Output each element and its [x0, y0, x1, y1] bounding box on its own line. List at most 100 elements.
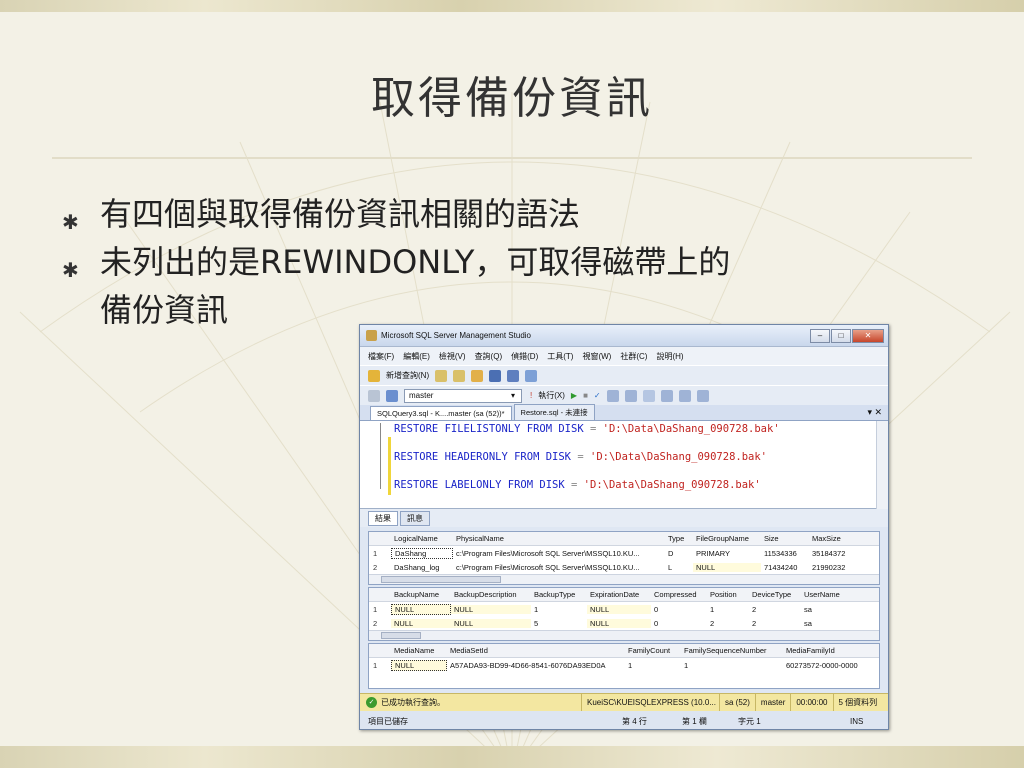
grid-cell[interactable]: 71434240 — [761, 563, 809, 572]
connect-icon[interactable] — [368, 389, 380, 402]
results-to-text-icon[interactable] — [660, 389, 673, 402]
column-header[interactable]: FamilySequenceNumber — [681, 646, 783, 655]
grid-cell[interactable]: NULL — [391, 603, 451, 615]
grid-cell[interactable]: 2 — [749, 619, 801, 628]
maximize-button[interactable]: □ — [831, 328, 851, 343]
grid-cell[interactable]: c:\Program Files\Microsoft SQL Server\MS… — [453, 549, 665, 558]
tab-results[interactable]: 結果 — [368, 510, 398, 526]
table-row[interactable]: 1 NULL NULL 1 NULL 0 1 2 sa — [369, 602, 879, 616]
change-connection-icon[interactable] — [386, 389, 398, 402]
grid-cell[interactable]: sa — [801, 605, 851, 614]
column-header[interactable]: BackupName — [391, 590, 451, 599]
scrollbar-thumb[interactable] — [381, 576, 501, 583]
grid-cell[interactable]: 35184372 — [809, 549, 859, 558]
menu-community[interactable]: 社群(C) — [620, 351, 647, 362]
close-button[interactable]: ✕ — [852, 328, 884, 343]
grid-cell[interactable]: DaShang_log — [391, 563, 453, 572]
editor-vertical-scrollbar[interactable] — [876, 421, 888, 509]
menu-window[interactable]: 視窗(W) — [582, 351, 611, 362]
grid-cell[interactable]: 11534336 — [761, 549, 809, 558]
grid-cell[interactable]: 0 — [651, 605, 707, 614]
grid-cell[interactable]: 2 — [707, 619, 749, 628]
grid-cell[interactable]: 60273572-0000-0000 — [783, 661, 865, 670]
results-grid-filelist[interactable]: LogicalName PhysicalName Type FileGroupN… — [368, 531, 880, 585]
column-header[interactable]: BackupType — [531, 590, 587, 599]
grid-horizontal-scrollbar[interactable] — [369, 574, 879, 584]
column-header[interactable]: Position — [707, 590, 749, 599]
grid-cell[interactable]: L — [665, 563, 693, 572]
scrollbar-thumb[interactable] — [381, 632, 421, 639]
indent-icon[interactable] — [696, 389, 709, 402]
new-query-button[interactable]: 新增查詢(N) — [386, 370, 429, 381]
grid-cell[interactable]: D — [665, 549, 693, 558]
grid-cell[interactable]: NULL — [587, 604, 651, 614]
grid-cell[interactable]: 2 — [749, 605, 801, 614]
close-tab-icon[interactable]: ▾ ✕ — [867, 407, 882, 418]
tab-sqlquery3[interactable]: SQLQuery3.sql - K....master (sa (52))* — [370, 406, 512, 420]
comment-icon[interactable] — [678, 389, 691, 402]
column-header[interactable]: MaxSize — [809, 534, 859, 543]
grid-cell[interactable]: NULL — [391, 659, 447, 671]
grid-cell[interactable]: NULL — [451, 604, 531, 614]
table-row[interactable]: 2 NULL NULL 5 NULL 0 2 2 sa — [369, 616, 879, 630]
parse-icon[interactable]: ✓ — [594, 391, 601, 400]
menu-view[interactable]: 檢視(V) — [439, 351, 466, 362]
new-project-icon[interactable] — [453, 369, 466, 382]
grid-horizontal-scrollbar[interactable] — [369, 630, 879, 640]
execute-icon[interactable]: ! — [530, 391, 532, 400]
menu-tools[interactable]: 工具(T) — [547, 351, 573, 362]
grid-cell[interactable]: DaShang — [391, 547, 453, 559]
grid-cell[interactable]: NULL — [451, 618, 531, 628]
column-header[interactable]: Size — [761, 534, 809, 543]
activity-monitor-icon[interactable] — [525, 369, 538, 382]
new-query-icon[interactable] — [368, 369, 380, 382]
results-grid-header[interactable]: BackupName BackupDescription BackupType … — [368, 587, 880, 641]
grid-cell[interactable]: 21990232 — [809, 563, 859, 572]
column-header[interactable]: ExpirationDate — [587, 590, 651, 599]
column-header[interactable]: FileGroupName — [693, 534, 761, 543]
menu-edit[interactable]: 編輯(E) — [403, 351, 430, 362]
menu-help[interactable]: 說明(H) — [656, 351, 683, 362]
table-row[interactable]: 1 NULL A57ADA93-BD99-4D66-8541-6076DA93E… — [369, 658, 879, 672]
table-row[interactable]: 1 DaShang c:\Program Files\Microsoft SQL… — [369, 546, 879, 560]
table-row[interactable]: 2 DaShang_log c:\Program Files\Microsoft… — [369, 560, 879, 574]
debug-icon[interactable]: ▶ — [571, 391, 577, 400]
stop-icon[interactable]: ■ — [583, 391, 588, 400]
menu-debug[interactable]: 偵錯(D) — [511, 351, 538, 362]
display-plan-icon[interactable] — [606, 389, 619, 402]
grid-cell[interactable]: sa — [801, 619, 851, 628]
column-header[interactable]: FamilyCount — [625, 646, 681, 655]
menu-file[interactable]: 檔案(F) — [368, 351, 394, 362]
column-header[interactable]: DeviceType — [749, 590, 801, 599]
open-folder-icon[interactable] — [471, 369, 484, 382]
grid-cell[interactable]: c:\Program Files\Microsoft SQL Server\MS… — [453, 563, 665, 572]
grid-cell[interactable]: NULL — [391, 618, 451, 628]
new-file-icon[interactable] — [435, 369, 448, 382]
save-all-icon[interactable] — [507, 369, 520, 382]
column-header[interactable]: UserName — [801, 590, 851, 599]
results-grid-label[interactable]: MediaName MediaSetId FamilyCount FamilyS… — [368, 643, 880, 689]
grid-cell[interactable]: PRIMARY — [693, 549, 761, 558]
grid-cell[interactable]: NULL — [693, 562, 761, 572]
grid-cell[interactable]: 1 — [707, 605, 749, 614]
tab-restore[interactable]: Restore.sql - 未連接 — [513, 404, 595, 420]
column-header[interactable]: MediaName — [391, 646, 447, 655]
column-header[interactable]: BackupDescription — [451, 590, 531, 599]
grid-cell[interactable]: 1 — [625, 661, 681, 670]
query-options-icon[interactable] — [624, 389, 637, 402]
execute-button[interactable]: 執行(X) — [538, 390, 565, 401]
database-select[interactable]: master ▾ — [404, 388, 522, 403]
grid-cell[interactable]: 1 — [681, 661, 783, 670]
grid-cell[interactable]: A57ADA93-BD99-4D66-8541-6076DA93ED0A — [447, 661, 625, 670]
tab-messages[interactable]: 訊息 — [400, 510, 430, 526]
column-header[interactable]: Type — [665, 534, 693, 543]
grid-cell[interactable]: NULL — [587, 618, 651, 628]
menu-query[interactable]: 查詢(Q) — [475, 351, 503, 362]
sql-editor[interactable]: RESTORE FILELISTONLY FROM DISK = 'D:\Dat… — [360, 421, 888, 509]
grid-cell[interactable]: 1 — [531, 605, 587, 614]
column-header[interactable]: MediaSetId — [447, 646, 625, 655]
results-to-grid-icon[interactable] — [642, 389, 655, 402]
column-header[interactable]: MediaFamilyId — [783, 646, 865, 655]
minimize-button[interactable]: – — [810, 328, 830, 343]
grid-cell[interactable]: 0 — [651, 619, 707, 628]
